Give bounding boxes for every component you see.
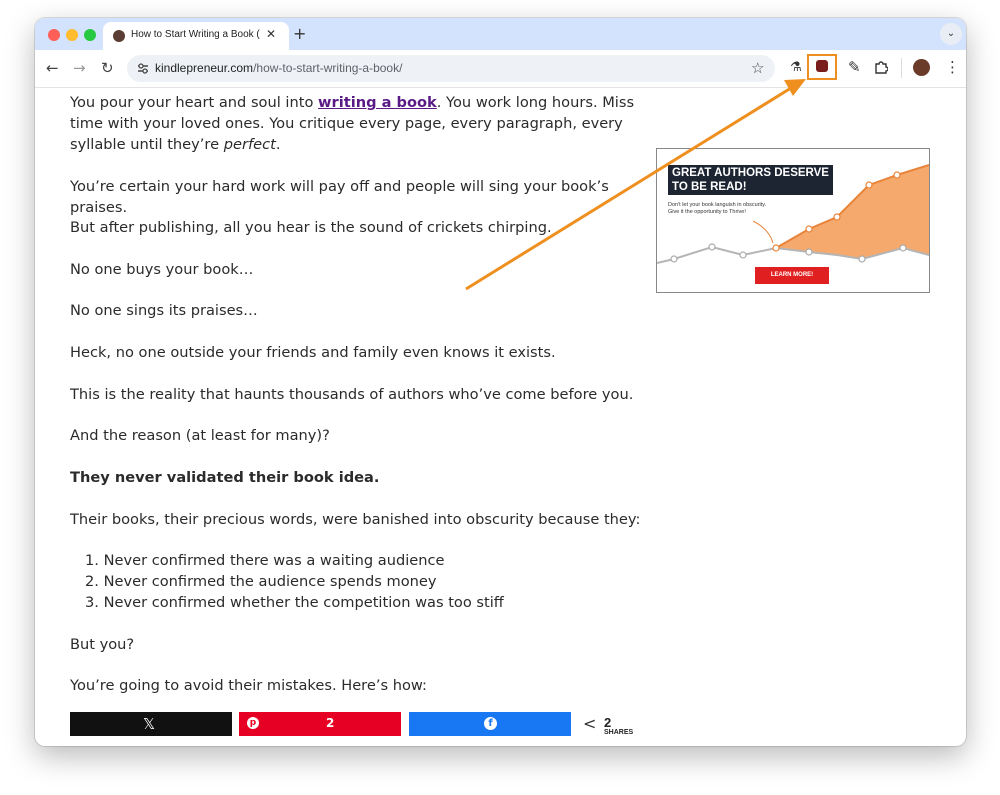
annotation-arrow: [465, 79, 806, 291]
